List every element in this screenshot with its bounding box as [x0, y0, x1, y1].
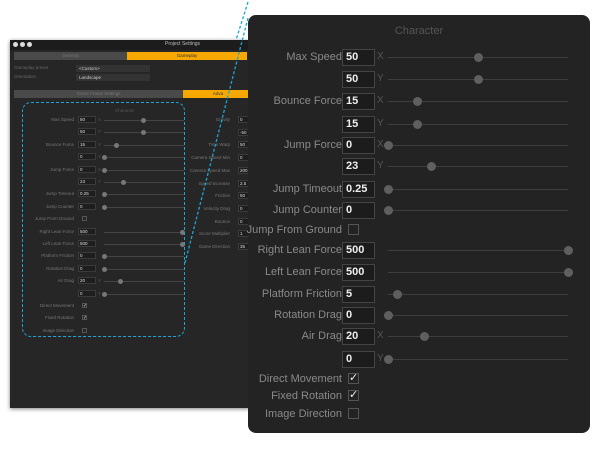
- slider-thumb[interactable]: [393, 290, 402, 299]
- setting-row-rotation-drag: Rotation Drag 0: [248, 307, 590, 325]
- axis-label: Y: [377, 118, 384, 129]
- slider-thumb[interactable]: [564, 268, 573, 277]
- setting-row-left-lean-force: Left Lean Force 500: [248, 264, 590, 282]
- slider-thumb[interactable]: [412, 120, 422, 129]
- checkbox[interactable]: ✓: [348, 390, 359, 401]
- setting-label: Jump Timeout: [272, 183, 342, 195]
- axis-label: Y: [377, 73, 384, 84]
- setting-row-y-component: 0Y: [248, 351, 590, 369]
- value-input[interactable]: 0: [342, 307, 375, 324]
- axis-label: X: [377, 330, 384, 341]
- value-input[interactable]: 0: [342, 137, 375, 154]
- value-input[interactable]: 50: [342, 71, 375, 88]
- slider-thumb[interactable]: [474, 53, 483, 62]
- setting-row-max-speed: Max Speed 50 X: [248, 49, 590, 67]
- slider-thumb[interactable]: [384, 311, 393, 320]
- setting-label: Bounce Force: [273, 95, 342, 107]
- slider-thumb[interactable]: [474, 75, 483, 84]
- checkbox[interactable]: [348, 224, 359, 235]
- setting-row-right-lean-force: Right Lean Force 500: [248, 242, 590, 260]
- slider-track[interactable]: [388, 162, 568, 171]
- slider-track[interactable]: [388, 246, 573, 255]
- slider-thumb[interactable]: [384, 206, 393, 215]
- axis-label: X: [377, 51, 384, 62]
- setting-row-y-component: 23 Y: [248, 158, 590, 176]
- slider-track[interactable]: [384, 311, 568, 320]
- slider-thumb[interactable]: [384, 185, 393, 194]
- axis-label: X: [377, 95, 384, 106]
- slider-track[interactable]: [388, 332, 568, 341]
- setting-label: Max Speed: [286, 51, 342, 63]
- value-input[interactable]: 50: [342, 49, 375, 66]
- axis-label: X: [377, 139, 384, 150]
- setting-label: Platform Friction: [261, 288, 342, 300]
- setting-label: Fixed Rotation: [271, 390, 342, 402]
- axis-label: Y: [377, 160, 384, 171]
- setting-label: Jump Force: [283, 139, 342, 151]
- checkbox[interactable]: [348, 408, 359, 419]
- setting-label: Direct Movement: [258, 373, 342, 385]
- slider-track[interactable]: [388, 268, 573, 277]
- setting-label: Air Drag: [301, 330, 342, 342]
- setting-row-y-component: 15 Y: [248, 116, 590, 134]
- value-input[interactable]: 15: [342, 116, 375, 133]
- value-input[interactable]: 500: [342, 264, 375, 281]
- setting-row-air-drag: Air Drag 20 X: [248, 328, 590, 346]
- value-input[interactable]: 0.25: [342, 181, 375, 198]
- value-input[interactable]: 15: [342, 93, 375, 110]
- value-input[interactable]: 20: [342, 328, 375, 345]
- setting-row-jump-timeout: Jump Timeout 0.25: [248, 181, 590, 199]
- slider-track[interactable]: [384, 206, 568, 215]
- slider-thumb[interactable]: [427, 162, 437, 171]
- setting-row-fixed-rotation: Fixed Rotation ✓: [248, 388, 590, 406]
- setting-label: Jump From Ground: [246, 224, 342, 236]
- setting-row-y-component: 50 Y: [248, 71, 590, 89]
- value-input[interactable]: 0: [342, 351, 375, 368]
- setting-row-jump-counter: Jump Counter 0: [248, 202, 590, 220]
- setting-label: Left Lean Force: [264, 266, 342, 278]
- value-input[interactable]: 5: [342, 286, 375, 303]
- setting-row-jump-from-ground: Jump From Ground: [246, 222, 590, 240]
- slider-track[interactable]: [388, 97, 568, 106]
- panel-title: Character: [394, 25, 444, 37]
- checkbox[interactable]: ✓: [348, 373, 359, 384]
- setting-row-image-direction: Image Direction: [248, 406, 590, 424]
- setting-label: Jump Counter: [272, 204, 342, 216]
- slider-track[interactable]: [388, 53, 568, 62]
- setting-row-jump-force: Jump Force 0 X: [248, 137, 590, 155]
- setting-label: Rotation Drag: [274, 309, 342, 321]
- slider-thumb[interactable]: [412, 97, 422, 106]
- setting-row-platform-friction: Platform Friction 5: [248, 286, 590, 304]
- axis-label: Y: [377, 353, 384, 364]
- slider-track[interactable]: [384, 141, 568, 150]
- slider-thumb[interactable]: [564, 246, 573, 255]
- slider-thumb[interactable]: [384, 141, 393, 150]
- slider-track[interactable]: [388, 290, 568, 299]
- character-panel-zoomed: Character Max Speed 50 X 50 Y Bounce Force 15 X…: [246, 15, 590, 433]
- value-input[interactable]: 500: [342, 242, 375, 259]
- slider-thumb[interactable]: [420, 332, 429, 341]
- slider-track[interactable]: [384, 355, 568, 364]
- value-input[interactable]: 0: [342, 202, 375, 219]
- slider-thumb[interactable]: [384, 355, 393, 364]
- slider-track[interactable]: [384, 185, 568, 194]
- setting-label: Right Lean Force: [257, 244, 342, 256]
- value-input[interactable]: 23: [342, 158, 375, 175]
- setting-row-direct-movement: Direct Movement ✓: [248, 371, 590, 389]
- slider-track[interactable]: [388, 75, 568, 84]
- setting-row-bounce-force: Bounce Force 15 X: [248, 93, 590, 111]
- setting-label: Image Direction: [264, 408, 342, 420]
- slider-track[interactable]: [388, 120, 568, 129]
